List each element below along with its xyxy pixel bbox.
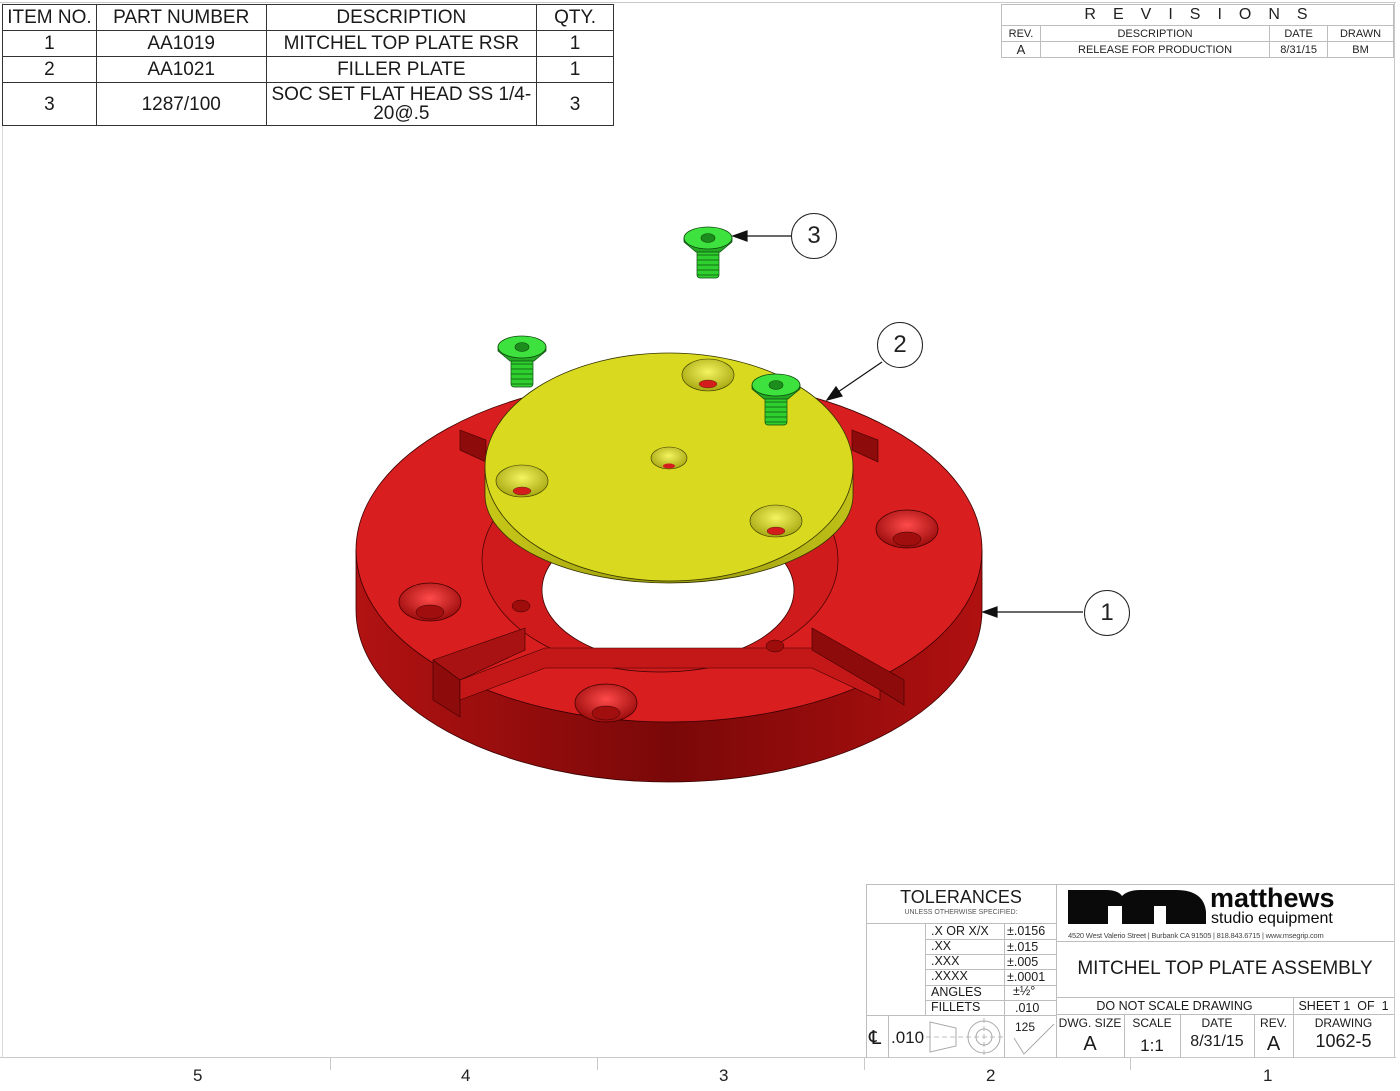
center-hole xyxy=(650,446,688,470)
leader-arrow-3 xyxy=(731,230,748,242)
centerline-value: .010 xyxy=(891,1028,925,1047)
item-balloon-2: 2 xyxy=(877,322,923,368)
countersink-hole xyxy=(574,683,638,723)
date-label: DATE xyxy=(1201,1016,1233,1030)
countersink-hole xyxy=(495,464,549,498)
rev-label: REV. xyxy=(1260,1016,1287,1030)
screw-part xyxy=(683,226,733,279)
item-balloon-1: 1 xyxy=(1084,590,1130,636)
zone-label: 1 xyxy=(1263,1066,1273,1085)
sheet-number: SHEET 1 OF 1 xyxy=(1298,999,1389,1013)
tb-line xyxy=(888,1015,889,1058)
assembly-drawing-view xyxy=(355,226,1083,783)
leader-arrow-1 xyxy=(981,606,998,618)
countersink-hole xyxy=(398,582,462,622)
item-balloon-3: 3 xyxy=(791,213,837,259)
tolerance-value: ±.0001 xyxy=(1007,970,1046,984)
leader-line-2 xyxy=(837,361,883,393)
zone-label: 5 xyxy=(193,1066,203,1085)
tb-line xyxy=(1056,997,1394,998)
tb-line xyxy=(1056,1014,1394,1015)
leader-arrow-2 xyxy=(825,385,843,402)
drawing-number-label: DRAWING xyxy=(1314,1016,1373,1030)
drawing-title: MITCHEL TOP PLATE ASSEMBLY xyxy=(1077,958,1373,979)
countersink-hole xyxy=(681,358,735,392)
zone-divider xyxy=(864,1058,865,1070)
centerline-icon: ℄ xyxy=(869,1028,882,1049)
zone-label: 3 xyxy=(719,1066,729,1085)
tolerance-label: .X OR X/X xyxy=(931,924,989,938)
zone-divider xyxy=(1130,1058,1131,1070)
countersink-hole xyxy=(749,504,803,538)
third-angle-projection-icon xyxy=(926,1018,1004,1056)
tolerance-value: ±.0156 xyxy=(1007,924,1046,938)
pin-hole xyxy=(765,639,785,653)
tolerance-label: FILLETS xyxy=(931,1000,981,1014)
tolerance-value: ±.015 xyxy=(1007,940,1039,954)
drawing-number: 1062-5 xyxy=(1315,1031,1372,1051)
company-logo-icon xyxy=(1068,890,1206,924)
screw-part xyxy=(497,335,547,388)
scale-value: 1:1 xyxy=(1140,1036,1164,1055)
tolerance-value: .010 xyxy=(1015,1001,1040,1015)
zone-divider xyxy=(597,1058,598,1070)
tolerance-label: .XX xyxy=(931,939,952,953)
tolerance-label: .XXXX xyxy=(931,969,968,983)
dwg-size-value: A xyxy=(1083,1033,1097,1055)
tolerance-value: ±.005 xyxy=(1007,955,1039,969)
countersink-hole xyxy=(875,509,939,549)
zone-label: 4 xyxy=(461,1066,471,1085)
tolerance-label: ANGLES xyxy=(931,985,982,999)
rev-value: A xyxy=(1266,1033,1281,1055)
do-not-scale-note: DO NOT SCALE DRAWING xyxy=(1096,999,1253,1013)
surface-finish-icon xyxy=(1013,1023,1055,1055)
pin-hole xyxy=(511,599,531,613)
date-value: 8/31/15 xyxy=(1190,1033,1244,1050)
dwg-size-label: DWG. SIZE xyxy=(1058,1016,1122,1030)
tb-line xyxy=(1004,923,1005,1058)
zone-divider xyxy=(330,1058,331,1070)
scale-label: SCALE xyxy=(1132,1016,1172,1030)
tolerance-label: .XXX xyxy=(931,954,960,968)
tb-line xyxy=(1056,941,1394,942)
tolerances-subtitle: UNLESS OTHERWISE SPECIFIED: xyxy=(904,909,1018,916)
tolerances-title: TOLERANCES xyxy=(900,887,1022,907)
tolerance-value: ±½° xyxy=(1013,984,1036,998)
company-tagline: studio equipment xyxy=(1211,910,1333,927)
zone-label: 2 xyxy=(986,1066,996,1085)
company-address: 4520 West Valerio Street | Burbank CA 91… xyxy=(1068,931,1324,940)
